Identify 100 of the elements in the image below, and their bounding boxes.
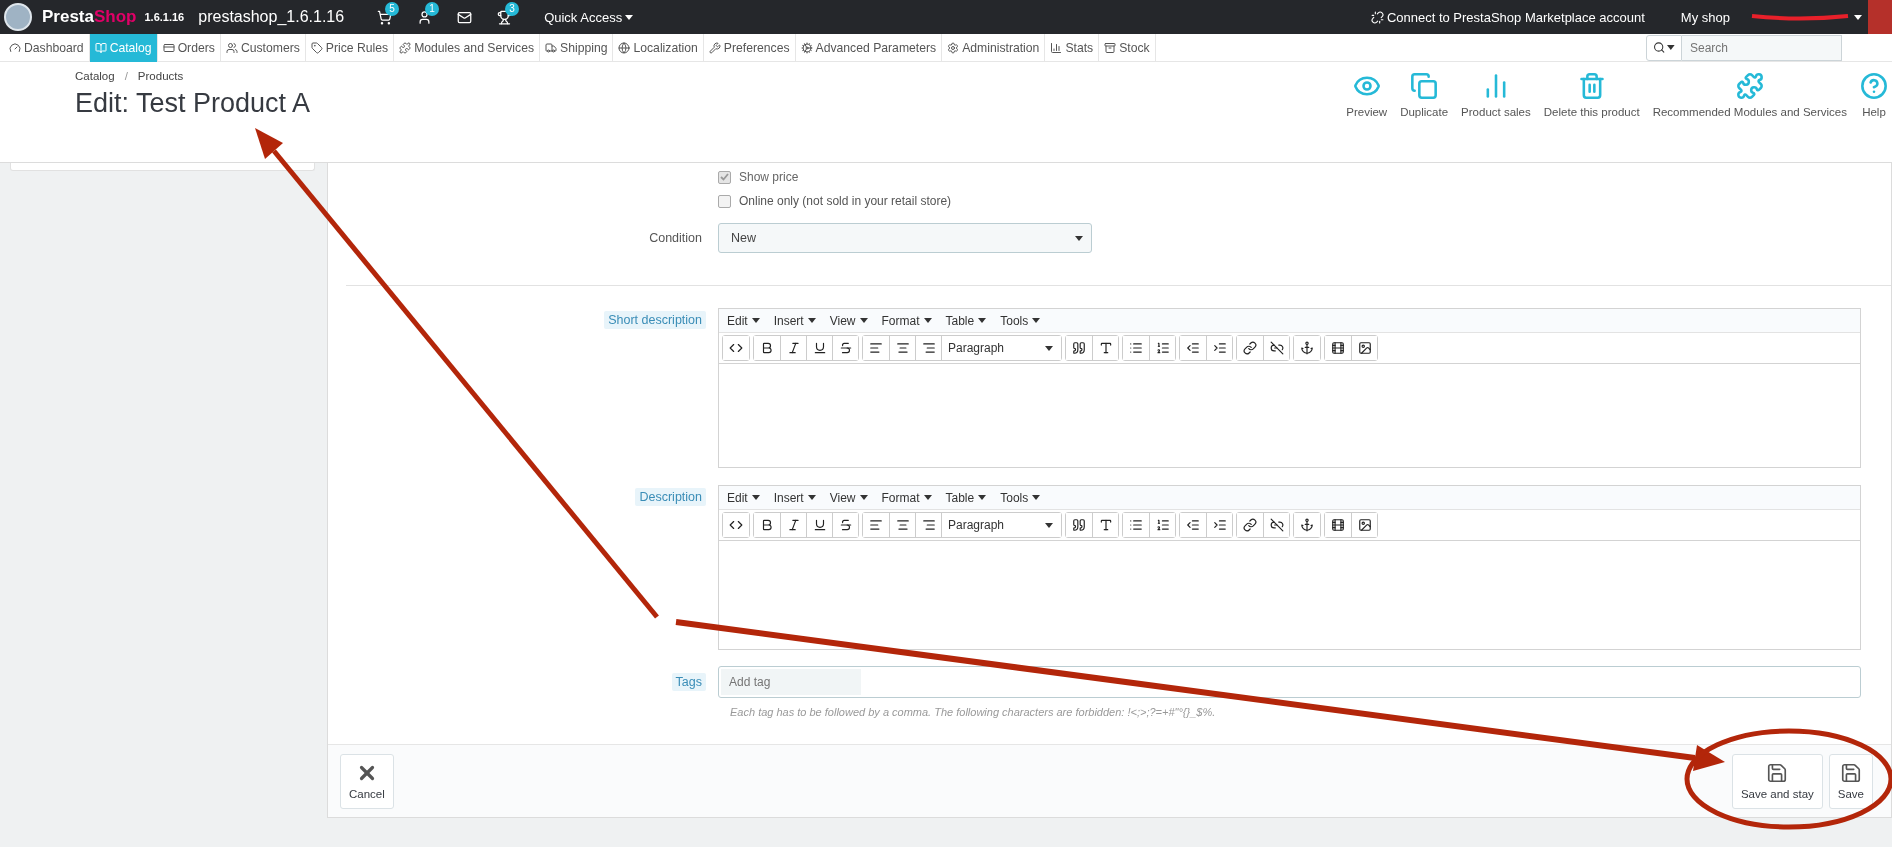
- nav-tab[interactable]: Administration: [942, 33, 1046, 62]
- nav-tab[interactable]: Price Rules: [305, 33, 395, 62]
- caret-icon: [923, 495, 932, 500]
- caret-icon: [859, 495, 868, 500]
- anchor-button[interactable]: [1294, 513, 1320, 537]
- text-color-button[interactable]: [1092, 336, 1118, 360]
- image-button[interactable]: [1351, 513, 1377, 537]
- quick-access-menu[interactable]: Quick Access: [538, 8, 640, 26]
- breadcrumb-separator: /: [124, 70, 128, 82]
- nav-tab[interactable]: Orders: [157, 33, 221, 62]
- unlink-button[interactable]: [1263, 336, 1289, 360]
- anchor-icon: [1300, 341, 1314, 355]
- users-icon: [225, 41, 238, 54]
- search-field[interactable]: Search: [1682, 34, 1842, 61]
- my-shop-link[interactable]: My shop: [1680, 9, 1730, 25]
- puzzle-icon: [1735, 72, 1764, 100]
- link-icon: [1243, 518, 1257, 532]
- numbered-list-icon: [1155, 341, 1170, 355]
- nav-tab[interactable]: Customers: [220, 33, 306, 62]
- strikethrough-button[interactable]: [832, 336, 858, 360]
- nav-tab[interactable]: Modules and Services: [394, 33, 541, 62]
- block-format-select[interactable]: Paragraph: [941, 336, 1061, 360]
- tags-field[interactable]: Add tag: [718, 666, 1861, 698]
- editor-menu-item[interactable]: Table: [945, 313, 987, 328]
- logo-icon: [4, 3, 32, 31]
- save-button[interactable]: Save and stay: [1731, 753, 1823, 809]
- save-button[interactable]: Save: [1828, 753, 1873, 809]
- editor-menu-item[interactable]: Table: [945, 490, 987, 505]
- strikethrough-button[interactable]: [832, 513, 858, 537]
- editor-menu-item[interactable]: View: [829, 490, 868, 505]
- strikethrough-icon: [838, 518, 853, 532]
- nav-tab[interactable]: Shipping: [540, 33, 614, 62]
- block-format-select[interactable]: Paragraph: [941, 513, 1061, 537]
- numbered-list-button[interactable]: [1149, 513, 1175, 537]
- code-button[interactable]: [723, 336, 749, 360]
- bullet-list-icon: [1129, 518, 1143, 532]
- gears-icon: [800, 41, 813, 54]
- cancel-button[interactable]: Cancel: [340, 753, 394, 809]
- indent-icon: [1212, 341, 1227, 355]
- image-button[interactable]: [1351, 336, 1377, 360]
- editor-menu-item[interactable]: Format: [881, 490, 932, 505]
- count-badge: 5: [385, 2, 400, 16]
- search-type-button[interactable]: [1646, 34, 1682, 61]
- toolbar-action[interactable]: Recommended Modules and Services: [1652, 72, 1847, 118]
- nav-tab[interactable]: Preferences: [703, 33, 796, 62]
- checkbox[interactable]: [718, 194, 731, 208]
- marketplace-link[interactable]: Connect to PrestaShop Marketplace account: [1370, 9, 1645, 25]
- toolbar-action[interactable]: Preview: [1346, 72, 1388, 118]
- editor-menu-item[interactable]: Insert: [773, 490, 816, 505]
- editor-menu-item[interactable]: Edit: [727, 313, 760, 328]
- code-icon: [729, 518, 743, 532]
- code-button[interactable]: [723, 513, 749, 537]
- indent-icon: [1212, 518, 1227, 532]
- help-text: Each tag has to be followed by a comma. The following characters are forbidden: !<;>;?=+#"°{}_$%.: [730, 706, 1217, 718]
- editor-menu-item[interactable]: Edit: [727, 490, 760, 505]
- numbered-list-icon: [1155, 518, 1170, 532]
- nav-tab[interactable]: Localization: [613, 33, 704, 62]
- caret-icon: [625, 14, 634, 20]
- checkbox-label: Show price: [739, 170, 799, 184]
- toolbar-action[interactable]: Help: [1860, 72, 1888, 118]
- align-left-icon: [869, 341, 883, 355]
- align-right-icon: [921, 341, 936, 355]
- editor-menu-item[interactable]: Tools: [1000, 313, 1041, 328]
- tag-input[interactable]: Add tag: [721, 669, 861, 695]
- toolbar-action[interactable]: Duplicate: [1400, 72, 1449, 118]
- unlink-button[interactable]: [1263, 513, 1289, 537]
- text-color-button[interactable]: [1092, 513, 1118, 537]
- caret-icon: [1032, 495, 1041, 500]
- condition-select[interactable]: New: [718, 223, 1092, 253]
- nav-tab[interactable]: Stock: [1099, 33, 1156, 62]
- toolbar-action[interactable]: Delete this product: [1543, 72, 1640, 118]
- indent-button[interactable]: [1206, 513, 1232, 537]
- nav-tab[interactable]: Advanced Parameters: [795, 33, 943, 62]
- caret-icon: [751, 318, 760, 323]
- breadcrumb-link[interactable]: Products: [137, 70, 184, 82]
- caret-icon: [1854, 14, 1862, 20]
- anchor-button[interactable]: [1294, 336, 1320, 360]
- numbered-list-button[interactable]: [1149, 336, 1175, 360]
- nav-tab[interactable]: Stats: [1045, 33, 1100, 62]
- caret-icon: [807, 318, 816, 323]
- editor-menu-item[interactable]: Tools: [1000, 490, 1041, 505]
- puzzle-icon: [399, 41, 412, 54]
- wrench-icon: [708, 41, 721, 54]
- globe-icon: [618, 41, 631, 54]
- breadcrumb-link[interactable]: Catalog: [75, 70, 115, 82]
- editor-menu-item[interactable]: Format: [881, 313, 932, 328]
- indent-button[interactable]: [1206, 336, 1232, 360]
- checkbox-label: Online only (not sold in your retail store): [739, 194, 952, 208]
- count-badge: 3: [505, 2, 520, 16]
- bullet-list-icon: [1129, 341, 1143, 355]
- outdent-icon: [1186, 518, 1200, 532]
- link-icon: [1243, 341, 1257, 355]
- editor-menu-item[interactable]: Insert: [773, 313, 816, 328]
- unlink-icon: [1269, 518, 1284, 532]
- toolbar-action[interactable]: Product sales: [1461, 72, 1531, 118]
- bar-chart-icon: [1050, 41, 1063, 54]
- editor-menu-item[interactable]: View: [829, 313, 868, 328]
- caret-icon: [923, 318, 932, 323]
- nav-tab[interactable]: Dashboard: [4, 33, 90, 62]
- text-color-icon: [1098, 341, 1113, 355]
